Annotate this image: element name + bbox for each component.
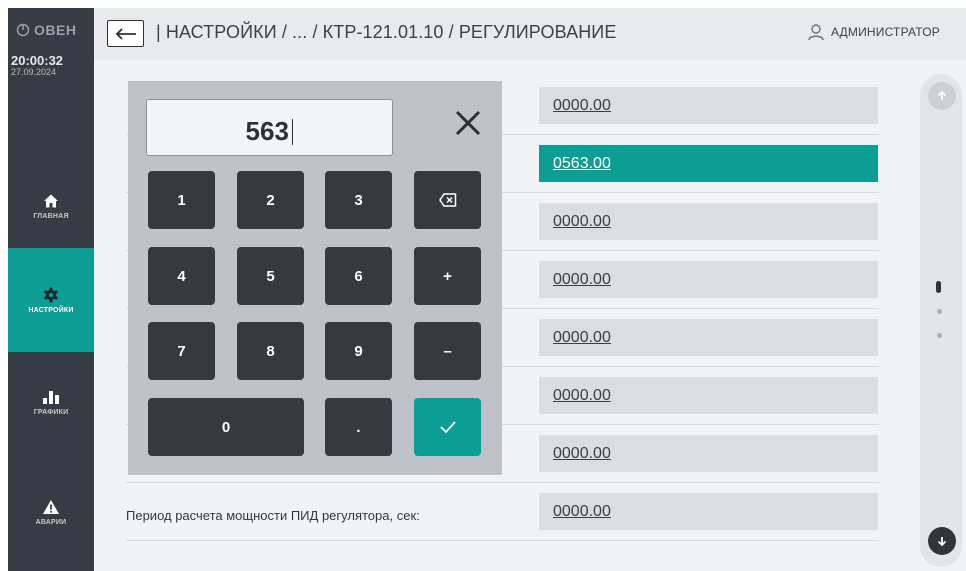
arrow-left-icon xyxy=(115,27,136,40)
sidebar-item-label: ГРАФИКИ xyxy=(33,408,69,416)
sidebar-item-charts[interactable]: ГРАФИКИ xyxy=(8,350,94,454)
setting-value-field-active[interactable]: 0563.00 xyxy=(539,145,878,182)
backspace-icon xyxy=(438,193,456,207)
page-indicator xyxy=(937,333,942,338)
clock-time: 20:00:32 xyxy=(11,53,64,68)
brand-name: ОВЕН xyxy=(34,22,77,38)
scroll-down-button[interactable] xyxy=(928,527,956,555)
bar-chart-icon xyxy=(43,390,59,404)
setting-value-field[interactable]: 0000.00 xyxy=(539,493,878,530)
sidebar-item-label: НАСТРОЙКИ xyxy=(28,306,74,314)
gear-icon xyxy=(44,287,58,302)
key-8[interactable]: 8 xyxy=(237,322,304,380)
sidebar-item-label: ГЛАВНАЯ xyxy=(33,212,69,220)
backspace-key[interactable] xyxy=(414,171,481,229)
page-indicator xyxy=(937,309,942,314)
home-icon xyxy=(44,194,58,207)
brand-logo: ОВЕН xyxy=(16,22,76,38)
setting-value-field[interactable]: 0000.00 xyxy=(539,435,878,472)
key-7[interactable]: 7 xyxy=(148,322,215,380)
checkmark-icon xyxy=(439,421,456,434)
key-0[interactable]: 0 xyxy=(148,398,304,456)
setting-value-field[interactable]: 0000.00 xyxy=(539,87,878,124)
close-icon xyxy=(455,110,481,136)
key-6[interactable]: 6 xyxy=(325,247,392,305)
decimal-point-key[interactable]: . xyxy=(325,398,392,456)
plus-key[interactable]: + xyxy=(414,247,481,305)
keypad-display[interactable]: 563 xyxy=(146,99,393,156)
key-1[interactable]: 1 xyxy=(148,171,215,229)
app-window: ОВЕН 20:00:32 27.09.2024 ГЛАВНАЯ НАСТРОЙ… xyxy=(8,8,966,571)
user-icon xyxy=(808,24,824,41)
setting-value-field[interactable]: 0000.00 xyxy=(539,377,878,414)
arrow-up-icon xyxy=(937,90,947,100)
user-name: АДМИНИСТРАТОР xyxy=(830,25,940,39)
key-4[interactable]: 4 xyxy=(148,247,215,305)
minus-key[interactable]: – xyxy=(414,322,481,380)
back-button[interactable] xyxy=(107,20,144,47)
setting-value-field[interactable]: 0000.00 xyxy=(539,319,878,356)
key-3[interactable]: 3 xyxy=(325,171,392,229)
sidebar-item-home[interactable]: ГЛАВНАЯ xyxy=(8,154,94,258)
key-2[interactable]: 2 xyxy=(237,171,304,229)
user-menu[interactable]: АДМИНИСТРАТОР xyxy=(807,23,940,41)
keypad-close-button[interactable] xyxy=(448,103,488,143)
numeric-keypad: 563 1 2 3 4 5 6 + 7 8 9 – 0 . xyxy=(128,81,502,475)
scrollbar-track[interactable] xyxy=(920,74,962,567)
clock: 20:00:32 27.09.2024 xyxy=(11,54,63,77)
confirm-button[interactable] xyxy=(414,398,481,456)
key-9[interactable]: 9 xyxy=(325,322,392,380)
sidebar-item-label: АВАРИИ xyxy=(35,518,67,526)
page-indicator-active xyxy=(936,281,941,293)
sidebar-item-settings[interactable]: НАСТРОЙКИ xyxy=(8,248,94,352)
scroll-up-button[interactable] xyxy=(928,82,956,110)
warning-icon xyxy=(43,499,59,514)
arrow-down-icon xyxy=(937,537,947,547)
sidebar-item-alarms[interactable]: АВАРИИ xyxy=(8,460,94,564)
sidebar: ОВЕН 20:00:32 27.09.2024 ГЛАВНАЯ НАСТРОЙ… xyxy=(8,8,94,571)
setting-label: Период расчета мощности ПИД регулятора, … xyxy=(126,508,420,523)
setting-row: Период расчета мощности ПИД регулятора, … xyxy=(126,483,879,541)
breadcrumb: | НАСТРОЙКИ / ... / КТР-121.01.10 / РЕГУ… xyxy=(156,22,617,42)
setting-value-field[interactable]: 0000.00 xyxy=(539,261,878,298)
key-5[interactable]: 5 xyxy=(237,247,304,305)
keypad-display-value: 563 xyxy=(245,116,289,146)
setting-value-field[interactable]: 0000.00 xyxy=(539,203,878,240)
header: | НАСТРОЙКИ / ... / КТР-121.01.10 / РЕГУ… xyxy=(94,8,966,60)
power-logo-icon xyxy=(16,23,30,37)
clock-date: 27.09.2024 xyxy=(11,67,57,77)
text-caret xyxy=(291,118,294,145)
